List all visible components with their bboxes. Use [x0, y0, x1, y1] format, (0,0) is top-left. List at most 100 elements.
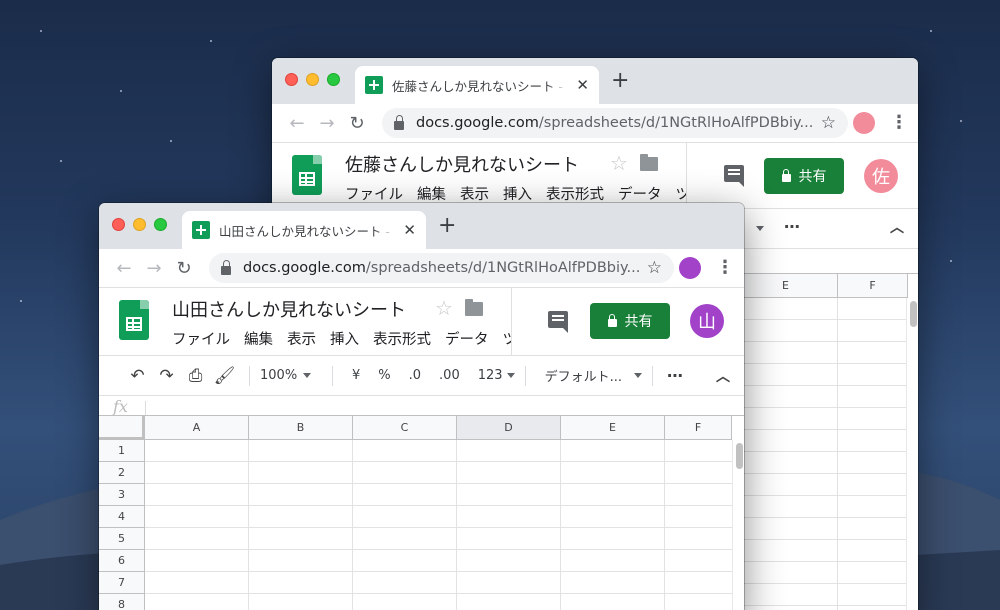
menu-view[interactable]: 表示	[287, 328, 316, 349]
browser-window-front[interactable]: 山田さんしか見れないシート - Goo ✕ + ← → ↻ docs.googl…	[99, 203, 744, 610]
chevron-down-icon[interactable]	[633, 373, 642, 378]
browser-menu-icon[interactable]: ⋮	[890, 112, 908, 133]
column-header[interactable]: E	[734, 274, 838, 298]
tab-close-icon[interactable]: ✕	[576, 76, 589, 94]
bookmark-star-icon[interactable]: ☆	[821, 113, 836, 133]
row-header[interactable]: 2	[99, 462, 145, 484]
tab-close-icon[interactable]: ✕	[403, 221, 416, 239]
new-tab-button[interactable]: +	[611, 68, 629, 93]
window-controls	[112, 218, 167, 231]
column-header-a[interactable]: A	[145, 416, 249, 440]
decrease-decimal-button[interactable]: .0	[409, 368, 421, 383]
print-icon[interactable]: ⎙	[181, 366, 210, 386]
currency-format-button[interactable]: ¥	[352, 368, 360, 383]
more-icon[interactable]: ⋯	[667, 366, 683, 385]
column-header-c[interactable]: C	[353, 416, 457, 440]
more-icon[interactable]: ⋯	[784, 217, 800, 236]
comment-icon[interactable]	[548, 311, 568, 333]
cells[interactable]	[145, 440, 732, 610]
column-header-e[interactable]: E	[561, 416, 665, 440]
vertical-scrollbar[interactable]	[732, 440, 744, 610]
row-header[interactable]: 4	[99, 506, 145, 528]
menu-format[interactable]: 表示形式	[373, 328, 431, 349]
share-button[interactable]: 共有	[590, 303, 670, 339]
menu-file[interactable]: ファイル	[172, 328, 230, 349]
row-header[interactable]: 8	[99, 594, 145, 610]
new-tab-button[interactable]: +	[438, 213, 456, 238]
share-button[interactable]: 共有	[764, 158, 844, 194]
select-all-corner[interactable]	[99, 416, 145, 440]
minimize-window-button[interactable]	[306, 73, 319, 86]
vertical-scrollbar[interactable]	[906, 298, 918, 610]
doc-title[interactable]: 佐藤さんしか見れないシート	[345, 151, 579, 177]
back-arrow-icon[interactable]: ←	[282, 113, 312, 134]
comment-icon[interactable]	[724, 165, 744, 187]
zoom-window-button[interactable]	[154, 218, 167, 231]
redo-icon[interactable]: ↷	[152, 366, 181, 386]
bookmark-star-icon[interactable]: ☆	[647, 258, 662, 278]
reload-icon[interactable]: ↻	[169, 258, 199, 279]
browser-tab[interactable]: 山田さんしか見れないシート - Goo ✕	[182, 211, 426, 249]
zoom-select[interactable]: 100%	[260, 368, 322, 383]
address-bar[interactable]: docs.google.com/spreadsheets/d/1NGtRlHoA…	[209, 253, 674, 283]
column-header-f[interactable]: F	[665, 416, 732, 440]
row-header[interactable]: 7	[99, 572, 145, 594]
scroll-thumb[interactable]	[910, 301, 917, 327]
extension-icon[interactable]	[853, 112, 875, 134]
move-folder-icon[interactable]	[640, 154, 658, 171]
menu-edit[interactable]: 編集	[244, 328, 273, 349]
move-folder-icon[interactable]	[465, 299, 483, 316]
column-header[interactable]: F	[838, 274, 908, 298]
row-header[interactable]: 5	[99, 528, 145, 550]
star-doc-icon[interactable]: ☆	[610, 151, 628, 175]
increase-decimal-button[interactable]: .00	[439, 368, 460, 383]
back-arrow-icon[interactable]: ←	[109, 258, 139, 279]
sheet-grid[interactable]: A B C D E F 1 2 3 4 5 6 7 8	[99, 415, 744, 610]
header-actions: 共有 佐	[686, 143, 918, 210]
reload-icon[interactable]: ↻	[342, 113, 372, 134]
collapse-icon[interactable]: ︿	[716, 366, 730, 386]
column-header-d[interactable]: D	[457, 416, 561, 440]
lock-icon	[394, 115, 404, 130]
menu-edit[interactable]: 編集	[417, 183, 446, 204]
close-window-button[interactable]	[285, 73, 298, 86]
browser-menu-icon[interactable]: ⋮	[716, 257, 734, 278]
avatar[interactable]: 佐	[864, 159, 898, 193]
toolbar-divider	[651, 365, 653, 386]
star-doc-icon[interactable]: ☆	[435, 296, 453, 320]
scroll-thumb[interactable]	[736, 443, 743, 469]
font-select[interactable]: デフォルト...	[545, 366, 622, 385]
url-text: docs.google.com/spreadsheets/d/1NGtRlHoA…	[243, 260, 639, 276]
number-format-button[interactable]: 123	[478, 368, 503, 383]
close-window-button[interactable]	[112, 218, 125, 231]
forward-arrow-icon[interactable]: →	[139, 258, 169, 279]
menu-view[interactable]: 表示	[460, 183, 489, 204]
forward-arrow-icon[interactable]: →	[312, 113, 342, 134]
menu-insert[interactable]: 挿入	[330, 328, 359, 349]
address-bar[interactable]: docs.google.com/spreadsheets/d/1NGtRlHoA…	[382, 108, 848, 138]
paint-format-icon[interactable]: 🖌︎	[210, 366, 239, 386]
row-header[interactable]: 1	[99, 440, 145, 462]
menu-data[interactable]: データ	[618, 183, 662, 204]
collapse-icon[interactable]: ︿	[890, 217, 904, 237]
chevron-down-icon[interactable]	[506, 373, 515, 378]
menu-data[interactable]: データ	[445, 328, 489, 349]
browser-tab[interactable]: 佐藤さんしか見れないシート - Goo ✕	[355, 66, 599, 104]
menu-file[interactable]: ファイル	[345, 183, 403, 204]
percent-format-button[interactable]: %	[378, 368, 390, 383]
sheets-logo-icon[interactable]	[119, 300, 149, 340]
sheets-logo-icon[interactable]	[292, 155, 322, 195]
dropdown-caret-icon[interactable]	[756, 226, 764, 231]
menu-insert[interactable]: 挿入	[503, 183, 532, 204]
row-header[interactable]: 6	[99, 550, 145, 572]
menu-format[interactable]: 表示形式	[546, 183, 604, 204]
undo-icon[interactable]: ↶	[123, 366, 152, 386]
row-header[interactable]: 3	[99, 484, 145, 506]
column-header-b[interactable]: B	[249, 416, 353, 440]
zoom-window-button[interactable]	[327, 73, 340, 86]
extension-icon[interactable]	[679, 257, 701, 279]
avatar[interactable]: 山	[690, 304, 724, 338]
cells[interactable]	[734, 298, 906, 610]
doc-title[interactable]: 山田さんしか見れないシート	[172, 296, 406, 322]
minimize-window-button[interactable]	[133, 218, 146, 231]
